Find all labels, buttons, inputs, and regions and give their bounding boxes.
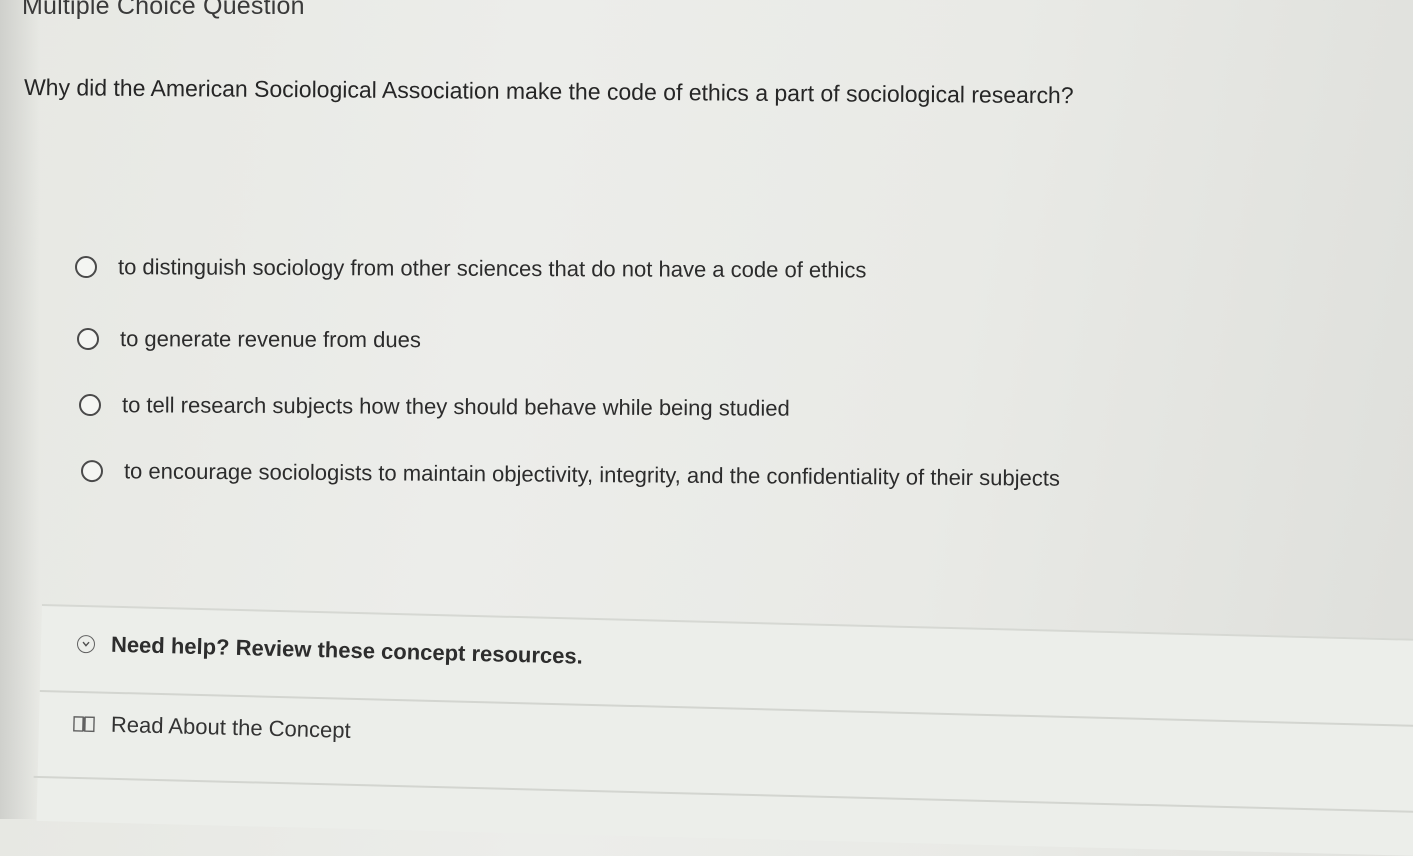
question-text: Why did the American Sociological Associ… <box>24 74 1074 109</box>
radio-button[interactable] <box>81 460 103 482</box>
read-about-concept-link[interactable]: Read About the Concept <box>73 711 351 744</box>
answer-option-1[interactable]: to distinguish sociology from other scie… <box>75 254 867 283</box>
read-about-concept-label: Read About the Concept <box>111 712 351 744</box>
divider <box>34 776 1413 813</box>
answer-option-label: to encourage sociologists to maintain ob… <box>124 458 1060 491</box>
answer-option-2[interactable]: to generate revenue from dues <box>77 326 421 353</box>
page-title: Multiple Choice Question <box>22 0 305 21</box>
radio-button[interactable] <box>79 394 101 416</box>
help-toggle-label: Need help? Review these concept resource… <box>111 632 583 670</box>
answer-option-4[interactable]: to encourage sociologists to maintain ob… <box>81 458 1060 492</box>
answer-option-label: to distinguish sociology from other scie… <box>118 254 867 283</box>
answer-option-3[interactable]: to tell research subjects how they shoul… <box>79 392 790 422</box>
background-shade <box>0 0 40 819</box>
radio-button[interactable] <box>77 328 99 350</box>
answer-option-label: to generate revenue from dues <box>120 326 421 353</box>
answer-option-label: to tell research subjects how they shoul… <box>122 392 790 421</box>
book-icon <box>73 716 95 733</box>
help-panel: Need help? Review these concept resource… <box>37 604 1413 856</box>
help-toggle[interactable]: Need help? Review these concept resource… <box>77 631 583 670</box>
chevron-down-circle-icon <box>77 635 95 653</box>
radio-button[interactable] <box>75 256 97 278</box>
